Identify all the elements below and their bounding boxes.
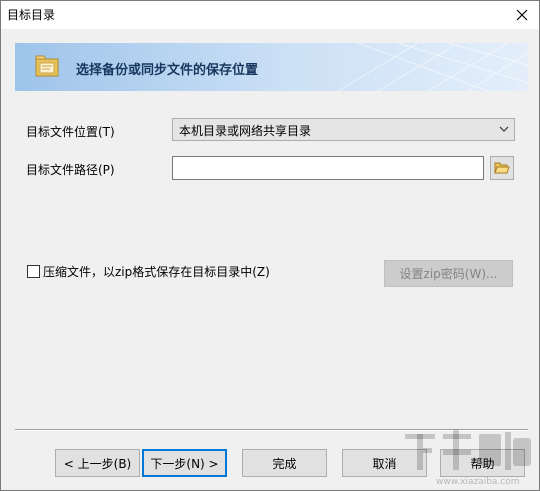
zip-checkbox[interactable] (27, 265, 40, 278)
title-bar: 目标目录 (1, 1, 539, 29)
back-button[interactable]: < 上一步(B) (55, 449, 140, 477)
set-zip-password-button[interactable]: 设置zip密码(W)... (384, 260, 513, 287)
watermark-url: www.xiazaiba.com (436, 477, 520, 487)
path-label: 目标文件路径(P) (26, 163, 115, 177)
next-button[interactable]: 下一步(N) > (142, 449, 227, 477)
close-icon (516, 9, 528, 21)
separator (15, 429, 528, 431)
path-input[interactable] (172, 156, 484, 180)
target-directory-dialog: 目标目录 选择备份或同步文件的保存位置 目标文件位置(T) 本机目录或网络共享目… (0, 0, 540, 491)
location-label: 目标文件位置(T) (26, 125, 115, 139)
location-select-value: 本机目录或网络共享目录 (179, 124, 312, 138)
cancel-button[interactable]: 取消 (342, 449, 427, 477)
banner-decoration (337, 43, 528, 91)
location-select[interactable]: 本机目录或网络共享目录 (172, 118, 515, 141)
help-button[interactable]: 帮助 (440, 449, 525, 477)
finish-button[interactable]: 完成 (242, 449, 327, 477)
window-title: 目标目录 (7, 8, 56, 22)
browse-folder-button[interactable] (490, 156, 514, 180)
banner-heading: 选择备份或同步文件的保存位置 (76, 63, 259, 78)
folder-icon (35, 54, 61, 81)
header-banner: 选择备份或同步文件的保存位置 (15, 43, 528, 91)
chevron-down-icon (499, 123, 509, 137)
close-button[interactable] (505, 1, 539, 29)
open-folder-icon (494, 162, 510, 174)
zip-checkbox-label[interactable]: 压缩文件，以zip格式保存在目标目录中(Z) (43, 263, 270, 280)
